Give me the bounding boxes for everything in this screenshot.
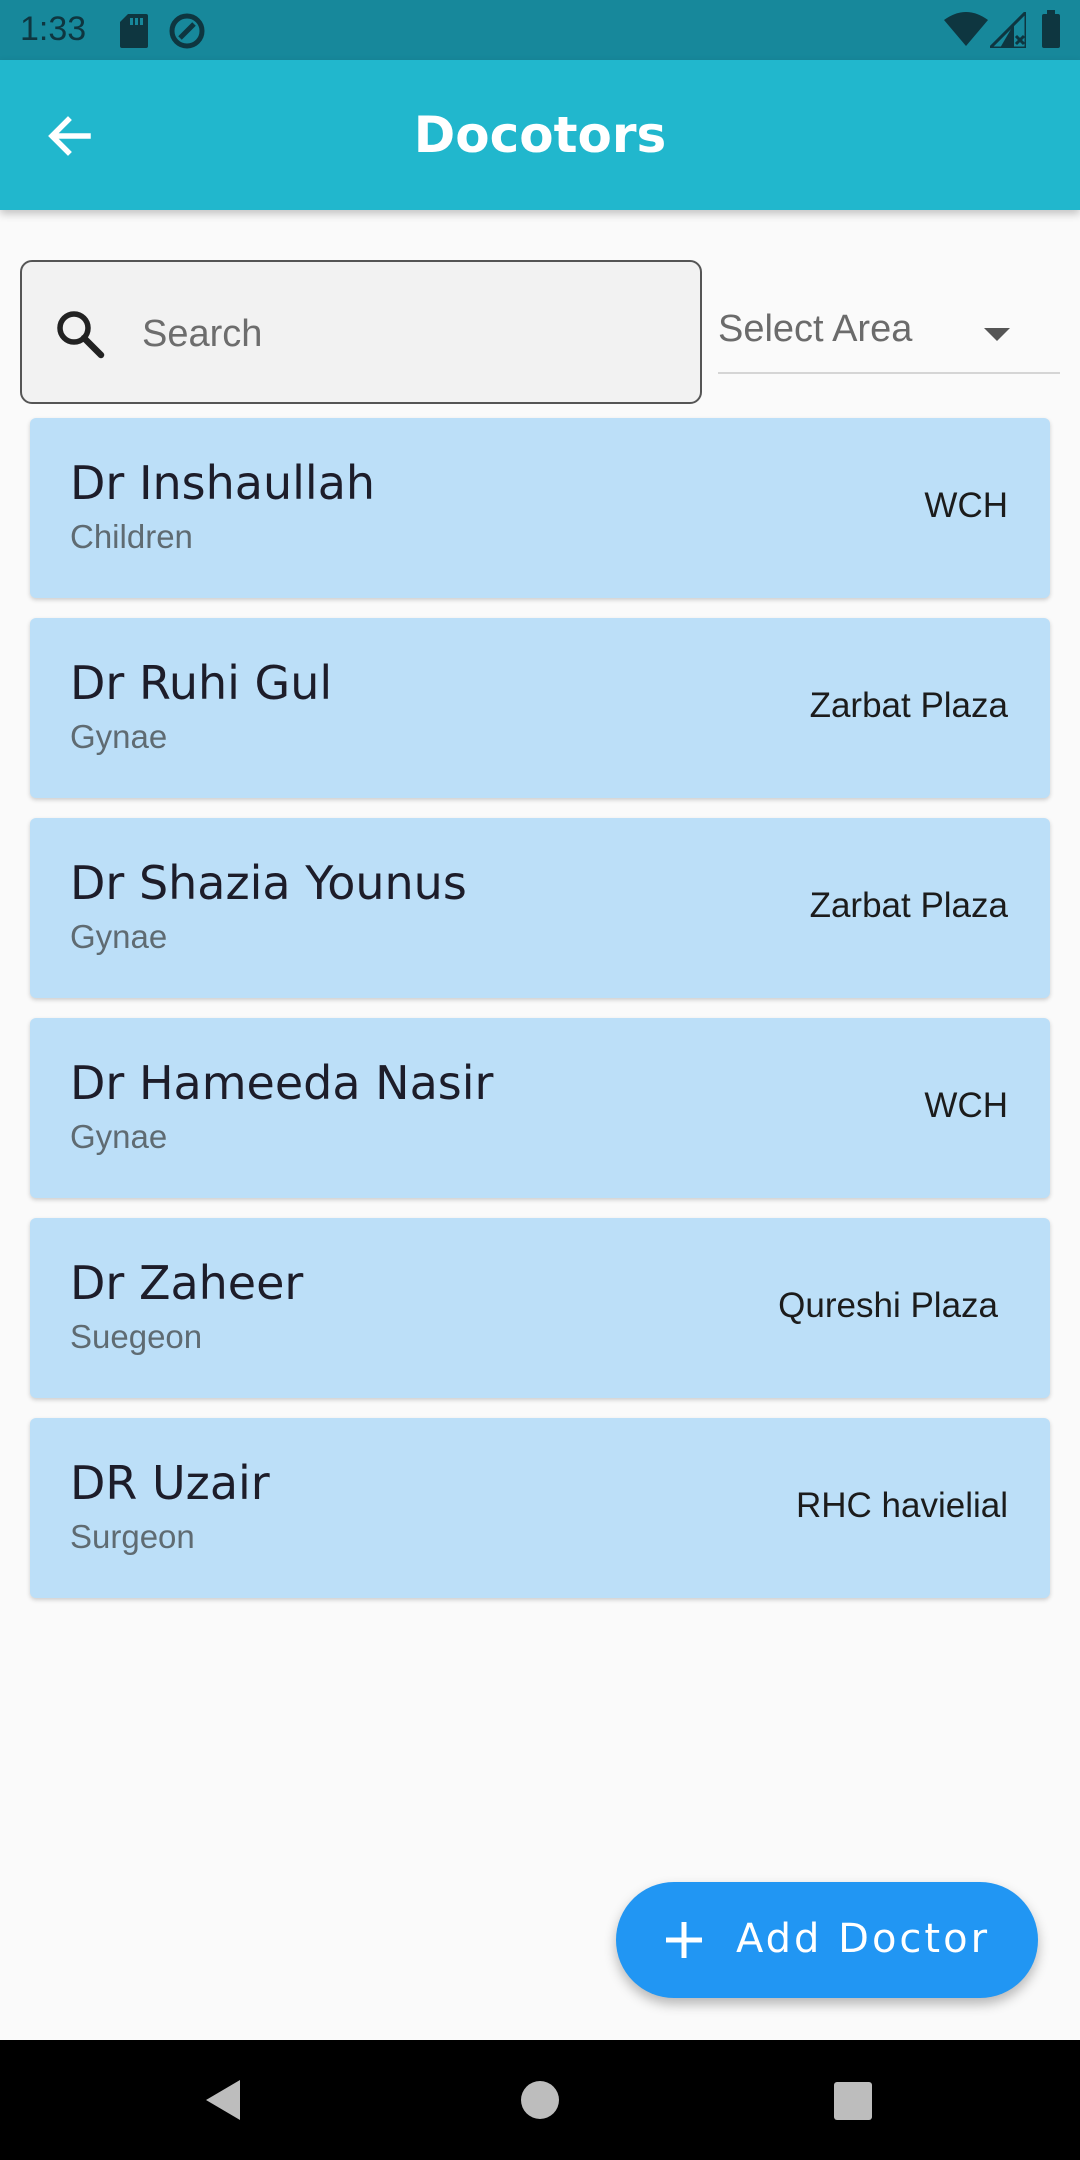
back-button[interactable] xyxy=(30,96,110,176)
doctor-area: WCH xyxy=(924,486,1008,525)
search-icon xyxy=(57,311,105,359)
doctor-area: Zarbat Plaza xyxy=(809,686,1008,725)
doctor-card[interactable]: Dr Inshaullah Children WCH xyxy=(30,418,1050,598)
wifi-icon xyxy=(944,12,988,46)
doctor-name: Dr Shazia Younus xyxy=(70,856,467,910)
doctor-card[interactable]: Dr Zaheer Suegeon Qureshi Plaza xyxy=(30,1218,1050,1398)
add-doctor-label: Add Doctor xyxy=(736,1916,991,1962)
arrow-left-icon xyxy=(48,116,91,156)
search-input[interactable] xyxy=(140,298,684,370)
doctor-card[interactable]: DR Uzair Surgeon RHC havielial xyxy=(30,1418,1050,1598)
doctor-list: Dr Inshaullah Children WCH Dr Ruhi Gul G… xyxy=(30,418,1050,1618)
sync-icon xyxy=(169,13,205,49)
caret-down-icon xyxy=(984,328,1010,341)
doctor-specialty: Gynae xyxy=(70,718,168,755)
doctor-name: DR Uzair xyxy=(70,1456,270,1510)
screen: 1:33 Docotors Search Select Area Dr Insh… xyxy=(0,0,1080,2160)
doctor-card[interactable]: Dr Ruhi Gul Gynae Zarbat Plaza xyxy=(30,618,1050,798)
cell-signal-icon xyxy=(990,12,1026,48)
doctor-card[interactable]: Dr Shazia Younus Gynae Zarbat Plaza xyxy=(30,818,1050,998)
doctor-name: Dr Zaheer xyxy=(70,1256,304,1310)
doctor-name: Dr Ruhi Gul xyxy=(70,656,333,710)
plus-icon xyxy=(666,1922,702,1958)
doctor-specialty: Gynae xyxy=(70,1118,168,1155)
doctor-name: Dr Hameeda Nasir xyxy=(70,1056,494,1110)
doctor-specialty: Children xyxy=(70,518,193,555)
doctor-name: Dr Inshaullah xyxy=(70,456,376,510)
add-doctor-button[interactable]: Add Doctor xyxy=(616,1882,1038,1998)
doctor-area: WCH xyxy=(924,1086,1008,1125)
doctor-card[interactable]: Dr Hameeda Nasir Gynae WCH xyxy=(30,1018,1050,1198)
nav-home-icon[interactable] xyxy=(520,2080,560,2120)
app-bar: Docotors xyxy=(0,60,1080,210)
nav-recents-icon[interactable] xyxy=(834,2082,872,2120)
status-bar: 1:33 xyxy=(0,0,1080,60)
doctor-area: Qureshi Plaza xyxy=(778,1286,998,1325)
system-nav-bar xyxy=(0,2040,1080,2160)
doctor-specialty: Surgeon xyxy=(70,1518,195,1555)
status-time: 1:33 xyxy=(20,10,87,48)
search-box[interactable] xyxy=(20,260,702,404)
doctor-specialty: Gynae xyxy=(70,918,168,955)
page-title: Docotors xyxy=(413,106,667,164)
area-dropdown[interactable]: Select Area xyxy=(718,300,1060,374)
sd-card-icon xyxy=(120,14,148,48)
doctor-specialty: Suegeon xyxy=(70,1318,203,1355)
nav-back-icon[interactable] xyxy=(200,2076,248,2124)
doctor-area: Zarbat Plaza xyxy=(809,886,1008,925)
battery-icon xyxy=(1042,10,1060,48)
area-dropdown-label: Select Area xyxy=(718,308,913,350)
doctor-area: RHC havielial xyxy=(795,1486,1008,1525)
